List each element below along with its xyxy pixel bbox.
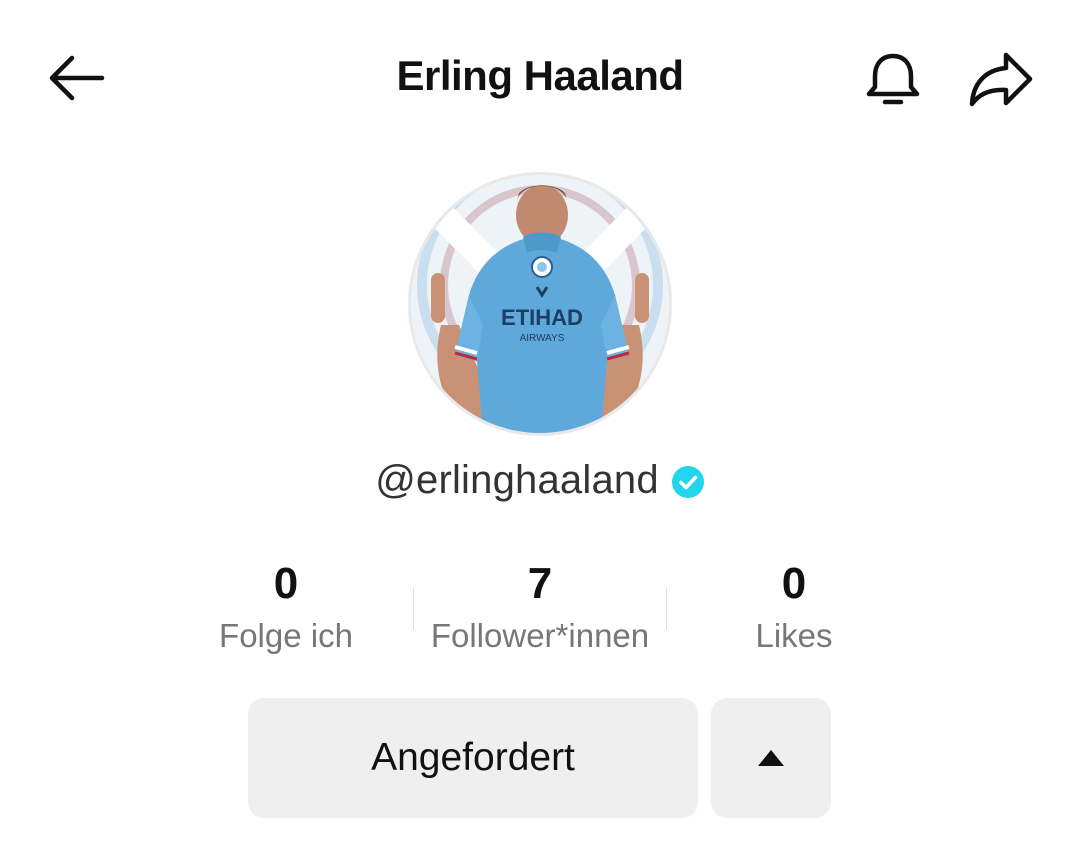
verified-badge-icon [671, 465, 704, 498]
triangle-up-icon [758, 750, 784, 766]
username-row: @erlinghaaland [0, 458, 1080, 503]
requested-button[interactable]: Angefordert [248, 698, 698, 818]
notification-button[interactable] [860, 46, 926, 112]
svg-text:AIRWAYS: AIRWAYS [520, 333, 565, 344]
avatar[interactable]: ETIHAD AIRWAYS [408, 172, 672, 436]
profile-photo: ETIHAD AIRWAYS [411, 175, 669, 433]
profile-stats: 0 Folge ich 7 Follower*innen 0 Likes [0, 558, 1080, 668]
stat-following-label: Folge ich [219, 617, 353, 654]
stat-likes[interactable]: 0 Likes [667, 558, 921, 656]
stat-following[interactable]: 0 Folge ich [159, 558, 413, 656]
username: @erlinghaaland [375, 458, 659, 502]
stat-likes-value: 0 [781, 559, 807, 608]
svg-text:ETIHAD: ETIHAD [501, 305, 583, 330]
stat-followers-label: Follower*innen [430, 617, 650, 654]
suggested-accounts-toggle-button[interactable] [711, 698, 831, 818]
profile-page: Erling Haaland ETIHAD AIRWAYS @erlinghaa… [0, 0, 1080, 842]
bell-icon [866, 53, 920, 105]
stat-followers-value: 7 [527, 559, 553, 608]
stat-likes-label: Likes [755, 617, 833, 654]
stat-followers[interactable]: 7 Follower*innen [413, 558, 667, 656]
stat-following-value: 0 [273, 559, 299, 608]
share-button[interactable] [966, 46, 1038, 112]
share-arrow-icon [969, 52, 1033, 107]
